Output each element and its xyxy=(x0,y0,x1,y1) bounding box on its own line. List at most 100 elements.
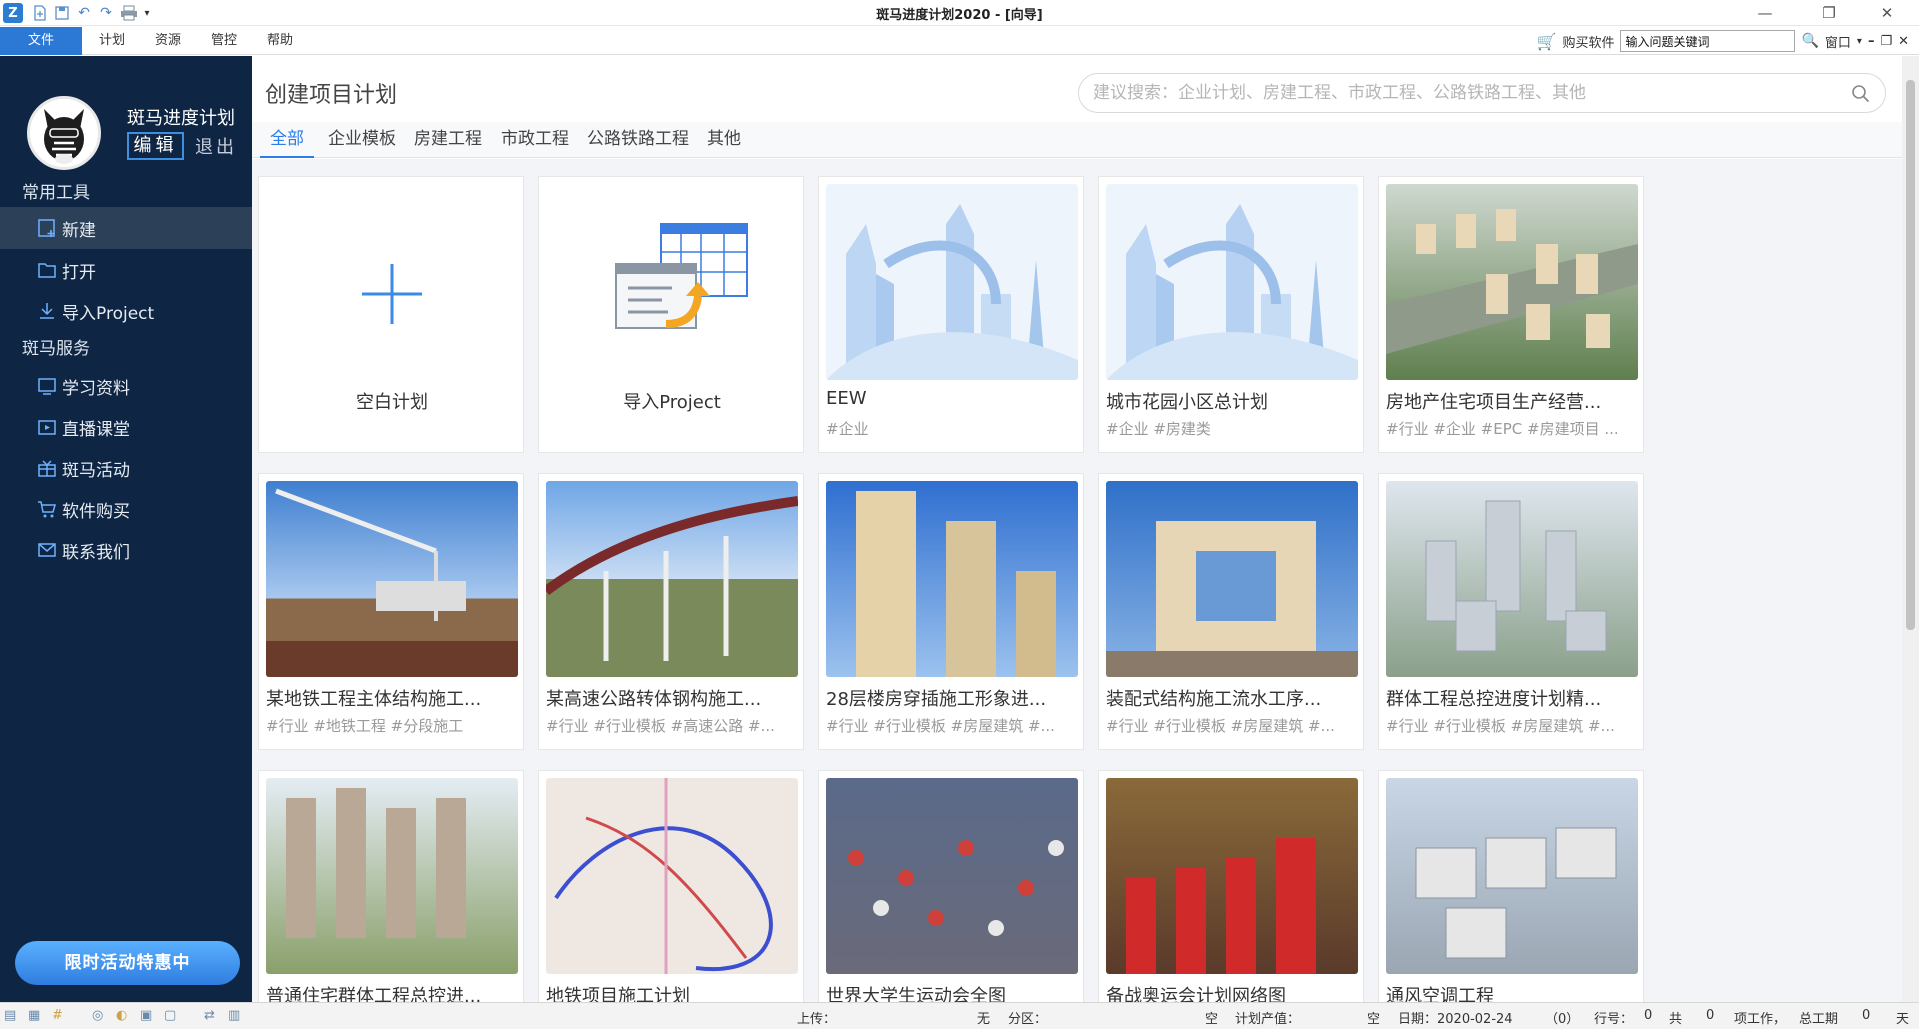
sidebar-item-purchase[interactable]: 软件购买 xyxy=(0,488,252,530)
vertical-scrollbar[interactable] xyxy=(1902,56,1919,1002)
page-title: 创建项目计划 xyxy=(265,83,398,108)
undo-icon[interactable]: ↶ xyxy=(74,3,94,23)
title-bar: Z ↶ ↷ ▾ 斑马进度计划2020 - [向导] — ❐ ✕ xyxy=(0,0,1919,26)
sidebar-item-learning[interactable]: 学习资料 xyxy=(0,365,252,407)
card-metro-plan[interactable]: 地铁项目施工计划 xyxy=(538,770,804,1002)
tab-other[interactable]: 其他 xyxy=(700,124,748,158)
new-file-icon[interactable] xyxy=(30,3,50,23)
card-metro[interactable]: 某地铁工程主体结构施工... #行业 #地铁工程 #分段施工 xyxy=(258,473,524,750)
card-city-garden[interactable]: 城市花园小区总计划 #企业 #房建类 xyxy=(1098,176,1364,453)
sidebar-item-label: 学习资料 xyxy=(62,378,130,399)
work-label: 项工作， xyxy=(1734,1012,1787,1027)
output-value: 空 xyxy=(1367,1012,1381,1027)
duration-label: 总工期 xyxy=(1799,1012,1839,1027)
help-search-icon[interactable]: 🔍 xyxy=(1801,33,1818,49)
upload-value: 无 xyxy=(977,1012,991,1027)
card-residential-group[interactable]: 普通住宅群体工程总控进... xyxy=(258,770,524,1002)
card-28-floor[interactable]: 28层楼房穿插施工形象进... #行业 #行业模板 #房屋建筑 #... xyxy=(818,473,1084,750)
card-tags: #行业 #行业模板 #房屋建筑 #... xyxy=(826,717,1055,735)
zoom-icon[interactable]: ◎ xyxy=(92,1008,103,1023)
sidebar-item-events[interactable]: 斑马活动 xyxy=(0,447,252,489)
grid-icon[interactable]: ▦ xyxy=(28,1008,40,1023)
card-real-estate[interactable]: 房地产住宅项目生产经营... #行业 #企业 #EPC #房建项目 ... xyxy=(1378,176,1644,453)
arrows-icon[interactable]: ⇄ xyxy=(204,1008,215,1023)
template-search-input[interactable] xyxy=(1093,80,1833,106)
window-menu[interactable]: 窗口 xyxy=(1825,32,1851,51)
help-search-input[interactable] xyxy=(1620,30,1796,52)
monitor-icon xyxy=(36,375,58,397)
card-title: 城市花园小区总计划 xyxy=(1106,392,1268,413)
scroll-thumb[interactable] xyxy=(1906,80,1915,630)
card-title: 普通住宅群体工程总控进... xyxy=(266,986,482,1002)
card-eew[interactable]: EEW #企业 xyxy=(818,176,1084,453)
save-icon[interactable] xyxy=(52,3,72,23)
card-title: EEW xyxy=(826,388,867,409)
sidebar-item-import-project[interactable]: 导入Project xyxy=(0,290,252,332)
card-title: 空白计划 xyxy=(356,392,428,413)
sidebar-item-label: 联系我们 xyxy=(62,542,130,563)
card-olympics[interactable]: 备战奥运会计划网络图 xyxy=(1098,770,1364,1002)
mdi-restore-icon[interactable]: ❐ xyxy=(1880,34,1892,49)
buy-software-link[interactable]: 购买软件 xyxy=(1562,32,1614,51)
tab-all[interactable]: 全部 xyxy=(260,124,314,158)
tab-enterprise[interactable]: 企业模板 xyxy=(322,124,402,158)
minimize-icon[interactable]: — xyxy=(1742,0,1788,26)
menu-control[interactable]: 管控 xyxy=(204,27,244,55)
card-title: 装配式结构施工流水工序... xyxy=(1106,689,1322,710)
avatar[interactable] xyxy=(27,96,101,170)
card-blank-plan[interactable]: 空白计划 xyxy=(258,176,524,453)
menu-file[interactable]: 文件 xyxy=(0,27,82,55)
window-menu-dropdown-icon[interactable]: ▾ xyxy=(1857,36,1862,47)
sidebar-item-contact[interactable]: 联系我们 xyxy=(0,529,252,571)
edit-button[interactable]: 编辑 xyxy=(127,132,184,160)
card-hvac[interactable]: 通风空调工程 xyxy=(1378,770,1644,1002)
residential-aerial-image xyxy=(1386,184,1638,380)
output-label: 计划产值： xyxy=(1235,1012,1301,1027)
card-highway[interactable]: 某高速公路转体钢构施工... #行业 #行业模板 #高速公路 #... xyxy=(538,473,804,750)
city-model-image xyxy=(1386,481,1638,677)
tab-housing[interactable]: 房建工程 xyxy=(408,124,488,158)
view-icon[interactable]: ▤ xyxy=(4,1008,16,1023)
sidebar-item-label: 打开 xyxy=(62,262,96,283)
card-prefab[interactable]: 装配式结构施工流水工序... #行业 #行业模板 #房屋建筑 #... xyxy=(1098,473,1364,750)
download-icon xyxy=(36,300,58,322)
mdi-minimize-icon[interactable]: – xyxy=(1868,34,1875,49)
card-import-project[interactable]: 导入Project xyxy=(538,176,804,453)
sidebar-item-label: 导入Project xyxy=(62,303,155,324)
app-logo-icon[interactable]: Z xyxy=(3,3,23,23)
search-icon[interactable] xyxy=(1851,84,1871,104)
tab-road-rail[interactable]: 公路铁路工程 xyxy=(582,124,694,158)
layout-icon[interactable]: ▥ xyxy=(228,1008,240,1023)
print-icon[interactable] xyxy=(118,3,140,23)
sidebar-item-new[interactable]: 新建 xyxy=(0,207,252,249)
city-skyline-image xyxy=(1106,184,1358,380)
contrast-icon[interactable]: ◐ xyxy=(116,1008,127,1023)
menu-plan[interactable]: 计划 xyxy=(92,27,132,55)
sidebar-item-live[interactable]: 直播课堂 xyxy=(0,406,252,448)
menu-resource[interactable]: 资源 xyxy=(148,27,188,55)
chart-icon[interactable]: ▣ xyxy=(140,1008,152,1023)
close-icon[interactable]: ✕ xyxy=(1864,0,1910,26)
window-title: 斑马进度计划2020 - [向导] xyxy=(876,8,1043,23)
redo-icon[interactable]: ↷ xyxy=(96,3,116,23)
card-tags: #行业 #行业模板 #高速公路 #... xyxy=(546,717,775,735)
table-icon[interactable]: # xyxy=(52,1008,63,1023)
tab-municipal[interactable]: 市政工程 xyxy=(495,124,575,158)
promo-button[interactable]: 限时活动特惠中 xyxy=(15,941,240,985)
card-title: 导入Project xyxy=(623,392,721,413)
card-universiade[interactable]: 世界大学生运动会全图 xyxy=(818,770,1084,1002)
mdi-close-icon[interactable]: ✕ xyxy=(1898,34,1909,49)
date-value: 日期：2020-02-24 xyxy=(1398,1012,1513,1027)
card-title: 群体工程总控进度计划精... xyxy=(1386,689,1602,710)
restore-icon[interactable]: ❐ xyxy=(1806,0,1852,26)
menu-help[interactable]: 帮助 xyxy=(260,27,300,55)
card-title: 备战奥运会计划网络图 xyxy=(1106,986,1286,1002)
logout-link[interactable]: 退出 xyxy=(195,133,237,159)
cart-icon[interactable]: 🛒 xyxy=(1537,32,1557,51)
card-group-project[interactable]: 群体工程总控进度计划精... #行业 #行业模板 #房屋建筑 #... xyxy=(1378,473,1644,750)
sidebar-item-open[interactable]: 打开 xyxy=(0,249,252,291)
quick-access-dropdown-icon[interactable]: ▾ xyxy=(141,3,153,23)
calendar-icon[interactable]: ▢ xyxy=(164,1008,176,1023)
area-value: 空 xyxy=(1205,1012,1219,1027)
main-panel: 创建项目计划 全部 企业模板 房建工程 市政工程 公路铁路工程 其他 空白计划 xyxy=(252,56,1902,1002)
